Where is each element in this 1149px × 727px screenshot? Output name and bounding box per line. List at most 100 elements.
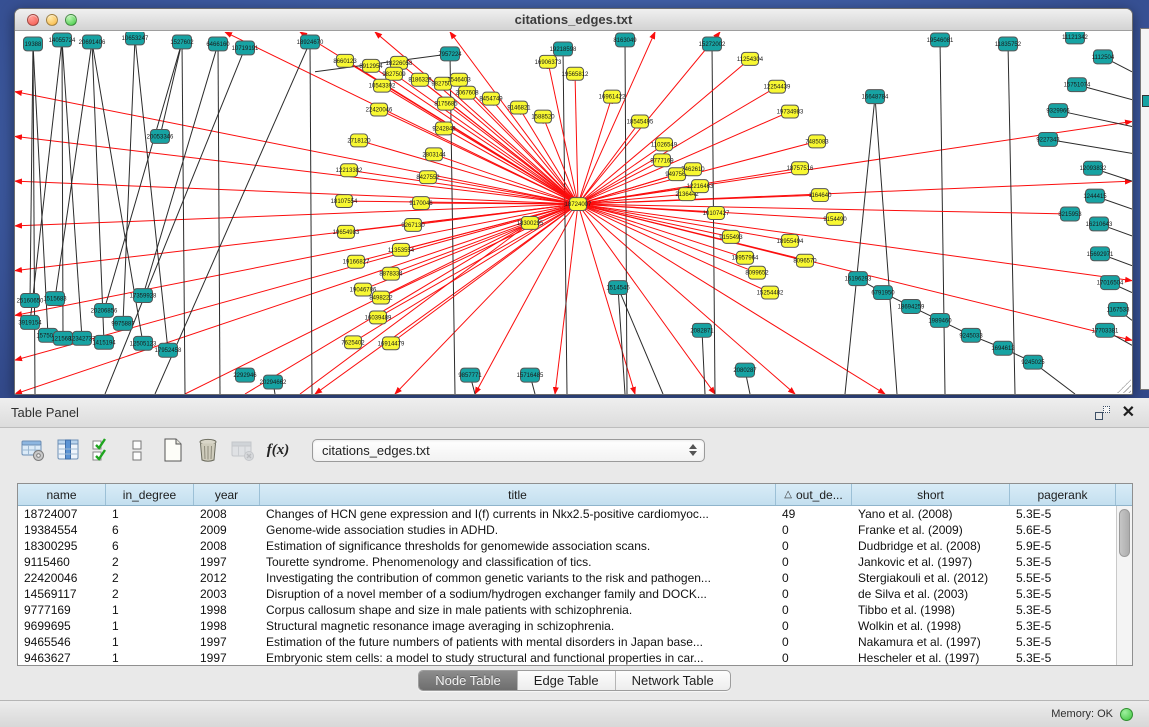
graph-node[interactable]: 1515683 [43,292,67,306]
graph-edge[interactable] [578,87,777,204]
graph-node[interactable]: 1694612 [991,341,1015,355]
graph-node[interactable]: 7957224 [438,47,462,61]
network-canvas[interactable]: 1872400786601238912954182260589827509818… [15,32,1132,394]
table-row[interactable]: 1456911722003Disruption of a novel membe… [18,586,1116,602]
graph-node[interactable]: 17703381 [1092,323,1119,337]
graph-node[interactable]: 11254304 [737,52,764,65]
window-resize-grip[interactable] [1117,379,1131,393]
show-columns-icon[interactable] [53,435,83,465]
graph-node[interactable]: 9245025 [1021,355,1045,369]
float-panel-icon[interactable] [1095,406,1110,420]
graph-node[interactable]: 1415194 [92,335,116,349]
table-row[interactable]: 1830029562008Estimation of significance … [18,538,1116,554]
graph-edge[interactable] [30,44,33,301]
graph-node[interactable]: 7462610 [681,163,705,176]
background-window-sliver[interactable] [1140,28,1149,390]
graph-node[interactable]: 15692971 [1087,247,1114,261]
graph-node[interactable]: 19166827 [343,255,370,268]
graph-node[interactable]: 16196293 [845,272,872,286]
graph-edge[interactable] [105,48,245,394]
graph-node[interactable]: 16648784 [862,90,889,104]
window-titlebar[interactable]: citations_edges.txt [15,9,1132,31]
graph-node[interactable]: 8186328 [408,73,432,86]
graph-node[interactable]: 20691406 [79,35,106,49]
graph-edge[interactable] [563,49,567,394]
graph-edge[interactable] [15,181,578,204]
graph-node[interactable]: 9154490 [823,213,847,226]
tab-network-table[interactable]: Network Table [616,671,730,690]
graph-edge[interactable] [135,38,168,350]
graph-node[interactable]: 1244415 [1083,189,1107,203]
graph-node[interactable]: 3919154 [18,315,42,329]
graph-edge[interactable] [15,136,578,204]
graph-edge[interactable] [443,84,578,204]
unselect-all-icon[interactable] [123,435,153,465]
close-window-button[interactable] [27,14,39,26]
graph-node[interactable]: 10107427 [703,207,730,220]
graph-edge[interactable] [578,204,805,261]
graph-node[interactable]: 12505123 [130,336,157,350]
column-header-year[interactable]: year [194,484,260,505]
graph-node[interactable]: 9827509 [382,67,406,80]
table-row[interactable]: 969969511998Structural magnetic resonanc… [18,618,1116,634]
graph-node[interactable]: 1514545 [606,281,630,295]
new-table-icon[interactable] [158,435,188,465]
graph-node[interactable]: 16906373 [535,55,562,68]
graph-node[interactable]: 8215953 [1058,207,1082,221]
graph-node[interactable]: 9146821 [507,101,531,114]
graph-edge[interactable] [379,110,578,204]
graph-node[interactable]: 9242848 [432,122,456,135]
graph-edge[interactable] [155,42,310,394]
graph-node[interactable]: 15272002 [699,37,726,51]
graph-node[interactable]: 9170046 [409,197,433,210]
graph-node[interactable]: 8878334 [379,267,403,280]
column-header-name[interactable]: name [18,484,106,505]
graph-node[interactable]: 16961422 [599,90,626,103]
graph-node[interactable]: 8498222 [369,291,393,304]
graph-node[interactable]: 8660123 [333,54,357,67]
graph-node[interactable]: 20294662 [260,375,287,389]
delete-rows-icon[interactable] [193,435,223,465]
graph-node[interactable]: 9329966 [1046,104,1070,118]
graph-edge[interactable] [578,204,790,241]
graph-node[interactable]: 9857771 [458,368,482,382]
table-settings-icon[interactable] [18,435,48,465]
graph-edge[interactable] [940,40,945,394]
table-row[interactable]: 1938455462009Genome-wide association stu… [18,522,1116,538]
graph-edge[interactable] [92,42,104,342]
table-row[interactable]: 1872400712008Changes of HCN gene express… [18,506,1116,522]
graph-edge[interactable] [444,128,578,204]
graph-edge[interactable] [578,97,612,204]
graph-node[interactable]: 2080287 [733,363,757,377]
graph-node[interactable]: 19388 [24,37,43,51]
graph-node[interactable]: 19654983 [333,225,360,238]
graph-node[interactable]: 10719191 [232,41,259,55]
graph-node[interactable]: 6466160 [206,37,230,51]
close-panel-icon[interactable]: ✕ [1122,406,1135,420]
graph-node[interactable]: 9267130 [401,218,425,231]
graph-edge[interactable] [618,288,663,394]
graph-node[interactable]: 19218598 [550,42,577,56]
graph-node[interactable]: 25160650 [17,294,44,308]
graph-node[interactable]: 19546081 [927,33,954,47]
graph-node[interactable]: 17359928 [130,289,157,303]
graph-node[interactable]: 8454749 [479,92,503,105]
graph-edge[interactable] [62,40,82,338]
table-selector-dropdown[interactable]: citations_edges.txt [312,439,705,462]
graph-node[interactable]: 2292946 [233,368,257,382]
graph-node[interactable]: 8912954 [359,59,383,72]
graph-edge[interactable] [702,330,705,394]
graph-node[interactable]: 1164640 [809,189,833,202]
graph-node[interactable]: 12093832 [1080,161,1107,175]
graph-node[interactable]: 1989460 [928,313,952,327]
graph-node[interactable]: 16039489 [365,311,392,324]
graph-edge[interactable] [143,44,218,296]
graph-node[interactable]: 19565812 [562,67,589,80]
scrollbar-thumb[interactable] [1119,509,1130,557]
graph-edge[interactable] [578,32,720,204]
tab-node-table[interactable]: Node Table [419,671,518,690]
graph-edge[interactable] [845,97,875,394]
graph-node[interactable]: 8427552 [416,171,440,184]
table-vertical-scrollbar[interactable] [1116,506,1132,665]
graph-edge[interactable] [578,195,820,204]
